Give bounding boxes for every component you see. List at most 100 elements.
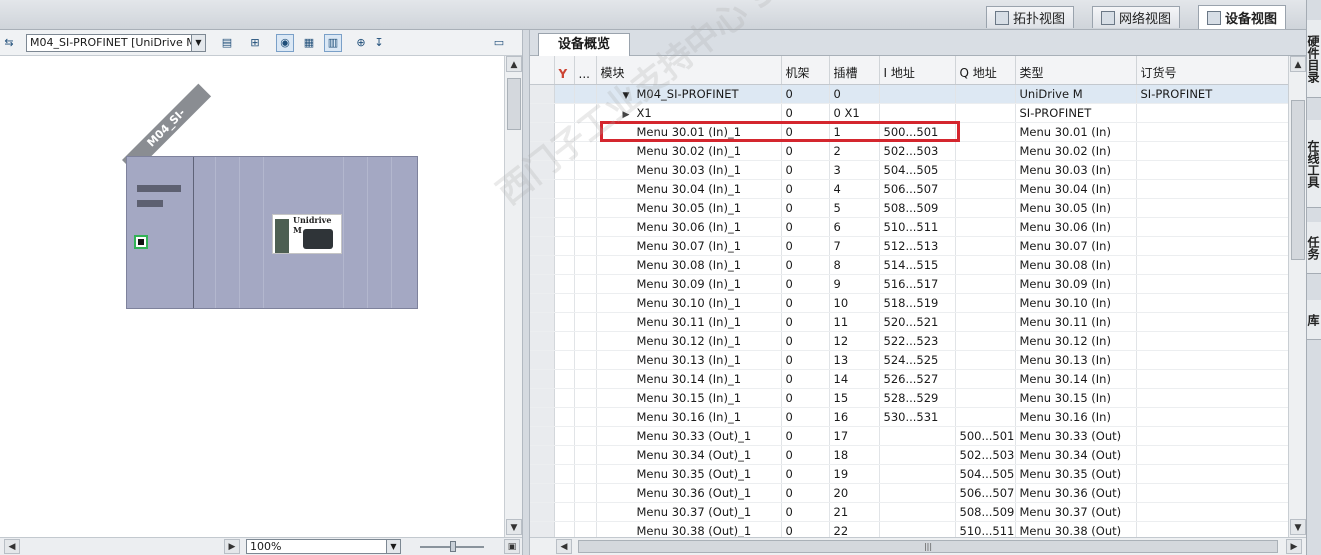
zoom-select[interactable]: 100% ▼ xyxy=(246,539,401,554)
row-filter-cell[interactable] xyxy=(554,84,575,104)
q-address-cell[interactable] xyxy=(955,369,1016,389)
q-address-cell[interactable] xyxy=(955,407,1016,427)
type-cell[interactable]: UniDrive M xyxy=(1015,84,1137,104)
module-cell[interactable]: Menu 30.10 (In)_1 xyxy=(596,293,782,313)
row-gutter[interactable] xyxy=(530,217,555,237)
slot-cell[interactable]: 22 xyxy=(829,521,880,537)
row-gutter[interactable] xyxy=(530,312,555,332)
download-icon[interactable]: ↧ xyxy=(370,34,388,52)
row-more-cell[interactable] xyxy=(574,464,597,484)
view-toggle-icon[interactable]: ◉ xyxy=(276,34,294,52)
grid-icon[interactable]: ▦ xyxy=(300,34,318,52)
i-address-cell[interactable] xyxy=(879,445,956,465)
scroll-thumb[interactable]: ||| xyxy=(578,540,1278,553)
table-row[interactable]: Menu 30.03 (In)_1 0 3 504...505 Menu 30.03 (… xyxy=(530,160,1288,180)
row-filter-cell[interactable] xyxy=(554,160,575,180)
i-address-cell[interactable]: 510...511 xyxy=(879,217,956,237)
type-cell[interactable]: Menu 30.14 (In) xyxy=(1015,369,1137,389)
type-cell[interactable]: Menu 30.05 (In) xyxy=(1015,198,1137,218)
type-cell[interactable]: Menu 30.16 (In) xyxy=(1015,407,1137,427)
slider-knob[interactable] xyxy=(450,541,456,552)
module-cell[interactable]: Menu 30.02 (In)_1 xyxy=(596,141,782,161)
rack-cell[interactable]: 0 xyxy=(781,350,830,370)
row-filter-cell[interactable] xyxy=(554,179,575,199)
row-more-cell[interactable] xyxy=(574,521,597,537)
row-filter-cell[interactable] xyxy=(554,293,575,313)
rack-cell[interactable]: 0 xyxy=(781,331,830,351)
scroll-thumb[interactable] xyxy=(1291,100,1305,260)
order-number-cell[interactable]: SI-PROFINET xyxy=(1136,84,1288,104)
type-cell[interactable]: Menu 30.35 (Out) xyxy=(1015,464,1137,484)
slot-cell[interactable]: 0 X1 xyxy=(829,103,880,123)
q-address-cell[interactable] xyxy=(955,141,1016,161)
q-address-cell[interactable] xyxy=(955,198,1016,218)
sidebar-tab-online-tools[interactable]: 在线工具 xyxy=(1306,120,1321,208)
row-more-cell[interactable] xyxy=(574,274,597,294)
column-header-slot[interactable]: 插槽 xyxy=(829,56,880,85)
row-filter-cell[interactable] xyxy=(554,217,575,237)
slot-cell[interactable]: 8 xyxy=(829,255,880,275)
table-row[interactable]: Menu 30.15 (In)_1 0 15 528...529 Menu 30.15 … xyxy=(530,388,1288,408)
table-row[interactable]: ▶ X1 0 0 X1 SI-PROFINET xyxy=(530,103,1288,123)
rack-cell[interactable]: 0 xyxy=(781,502,830,522)
tab-topology-view[interactable]: 拓扑视图 xyxy=(986,6,1075,28)
type-cell[interactable]: Menu 30.06 (In) xyxy=(1015,217,1137,237)
i-address-cell[interactable]: 504...505 xyxy=(879,160,956,180)
q-address-cell[interactable] xyxy=(955,312,1016,332)
table-row[interactable]: Menu 30.11 (In)_1 0 11 520...521 Menu 30.11 … xyxy=(530,312,1288,332)
module-cell[interactable]: ▶ X1 xyxy=(596,103,782,123)
module-cell[interactable]: Menu 30.13 (In)_1 xyxy=(596,350,782,370)
right-horizontal-scrollbar[interactable]: ◀ ||| ▶ xyxy=(530,537,1306,555)
row-gutter[interactable] xyxy=(530,369,555,389)
slot-cell[interactable]: 17 xyxy=(829,426,880,446)
i-address-cell[interactable]: 520...521 xyxy=(879,312,956,332)
type-cell[interactable]: Menu 30.12 (In) xyxy=(1015,331,1137,351)
table-row[interactable]: Menu 30.10 (In)_1 0 10 518...519 Menu 30.10 … xyxy=(530,293,1288,313)
order-number-cell[interactable] xyxy=(1136,160,1288,180)
sidebar-tab-library[interactable]: 库 xyxy=(1306,300,1321,340)
q-address-cell[interactable] xyxy=(955,274,1016,294)
type-cell[interactable]: Menu 30.02 (In) xyxy=(1015,141,1137,161)
row-more-cell[interactable] xyxy=(574,426,597,446)
table-row[interactable]: Menu 30.01 (In)_1 0 1 500...501 Menu 30.01 (… xyxy=(530,122,1288,142)
left-vertical-scrollbar[interactable]: ▲ ▼ xyxy=(504,56,522,537)
module-cell[interactable]: Menu 30.37 (Out)_1 xyxy=(596,502,782,522)
order-number-cell[interactable] xyxy=(1136,407,1288,427)
i-address-cell[interactable] xyxy=(879,502,956,522)
type-cell[interactable]: Menu 30.04 (In) xyxy=(1015,179,1137,199)
row-filter-cell[interactable] xyxy=(554,103,575,123)
i-address-cell[interactable]: 526...527 xyxy=(879,369,956,389)
column-header-rack[interactable]: 机架 xyxy=(781,56,830,85)
order-number-cell[interactable] xyxy=(1136,141,1288,161)
q-address-cell[interactable]: 506...507 xyxy=(955,483,1016,503)
device-rack[interactable]: Unidrive M xyxy=(126,156,418,309)
tab-device-overview[interactable]: 设备概览 xyxy=(538,33,630,57)
module-cell[interactable]: Menu 30.38 (Out)_1 xyxy=(596,521,782,537)
slot-cell[interactable]: 15 xyxy=(829,388,880,408)
module-cell[interactable]: ▼ M04_SI-PROFINET xyxy=(596,84,782,104)
table-row[interactable]: Menu 30.08 (In)_1 0 8 514...515 Menu 30.08 (… xyxy=(530,255,1288,275)
row-more-cell[interactable] xyxy=(574,312,597,332)
order-number-cell[interactable] xyxy=(1136,483,1288,503)
row-filter-cell[interactable] xyxy=(554,350,575,370)
row-filter-cell[interactable] xyxy=(554,483,575,503)
overview-icon[interactable]: ▥ xyxy=(324,34,342,52)
q-address-cell[interactable]: 502...503 xyxy=(955,445,1016,465)
module-cell[interactable]: Menu 30.06 (In)_1 xyxy=(596,217,782,237)
chevron-down-icon[interactable]: ▼ xyxy=(191,35,205,51)
row-gutter[interactable] xyxy=(530,236,555,256)
interface-module[interactable] xyxy=(127,157,194,308)
navigation-icon[interactable]: ▣ xyxy=(504,539,520,554)
q-address-cell[interactable] xyxy=(955,103,1016,123)
slot-cell[interactable]: 18 xyxy=(829,445,880,465)
i-address-cell[interactable]: 518...519 xyxy=(879,293,956,313)
table-row[interactable]: Menu 30.07 (In)_1 0 7 512...513 Menu 30.07 (… xyxy=(530,236,1288,256)
q-address-cell[interactable] xyxy=(955,160,1016,180)
rack-cell[interactable]: 0 xyxy=(781,103,830,123)
row-gutter[interactable] xyxy=(530,388,555,408)
row-filter-cell[interactable] xyxy=(554,426,575,446)
column-header-module[interactable]: 模块 xyxy=(596,56,782,85)
q-address-cell[interactable]: 508...509 xyxy=(955,502,1016,522)
column-header-type[interactable]: 类型 xyxy=(1015,56,1137,85)
rack-cell[interactable]: 0 xyxy=(781,84,830,104)
